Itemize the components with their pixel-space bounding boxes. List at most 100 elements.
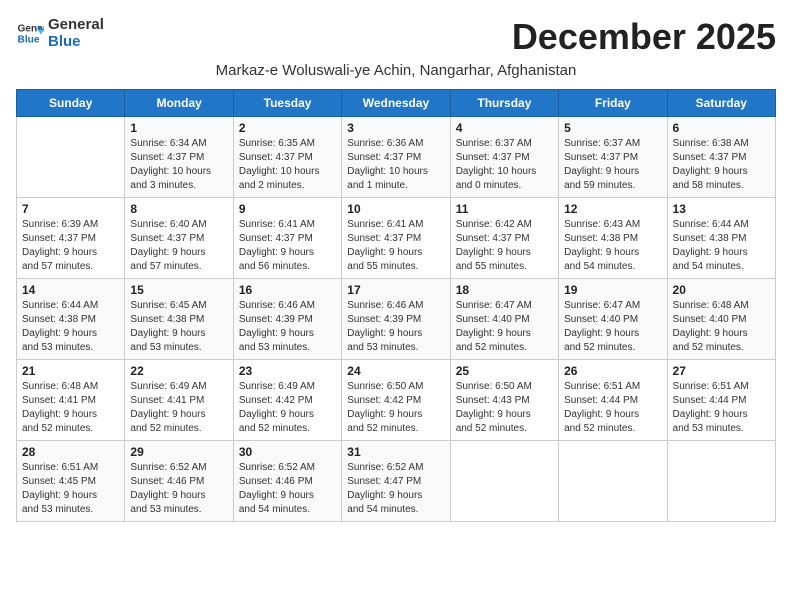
weekday-header-row: SundayMondayTuesdayWednesdayThursdayFrid… <box>17 90 776 117</box>
day-info: Sunrise: 6:51 AM Sunset: 4:45 PM Dayligh… <box>22 461 119 517</box>
week-row-1: 1 Sunrise: 6:34 AM Sunset: 4:37 PM Daylig… <box>17 117 776 198</box>
day-number: 19 <box>564 283 661 297</box>
day-cell: 4 Sunrise: 6:37 AM Sunset: 4:37 PM Daylig… <box>450 117 558 198</box>
day-number: 15 <box>130 283 227 297</box>
day-number: 13 <box>673 202 770 216</box>
day-cell: 25 Sunrise: 6:50 AM Sunset: 4:43 PM Dayli… <box>450 360 558 441</box>
day-cell: 15 Sunrise: 6:45 AM Sunset: 4:38 PM Dayli… <box>125 279 233 360</box>
week-row-4: 21 Sunrise: 6:48 AM Sunset: 4:41 PM Dayli… <box>17 360 776 441</box>
day-number: 4 <box>456 121 553 135</box>
day-info: Sunrise: 6:44 AM Sunset: 4:38 PM Dayligh… <box>673 218 770 274</box>
day-info: Sunrise: 6:51 AM Sunset: 4:44 PM Dayligh… <box>564 380 661 436</box>
weekday-header-monday: Monday <box>125 90 233 117</box>
day-number: 14 <box>22 283 119 297</box>
day-number: 6 <box>673 121 770 135</box>
day-number: 30 <box>239 445 336 459</box>
day-cell: 31 Sunrise: 6:52 AM Sunset: 4:47 PM Dayli… <box>342 441 450 522</box>
day-info: Sunrise: 6:52 AM Sunset: 4:47 PM Dayligh… <box>347 461 444 517</box>
day-info: Sunrise: 6:48 AM Sunset: 4:40 PM Dayligh… <box>673 299 770 355</box>
day-number: 31 <box>347 445 444 459</box>
day-cell: 17 Sunrise: 6:46 AM Sunset: 4:39 PM Dayli… <box>342 279 450 360</box>
day-cell: 14 Sunrise: 6:44 AM Sunset: 4:38 PM Dayli… <box>17 279 125 360</box>
day-number: 29 <box>130 445 227 459</box>
day-cell: 26 Sunrise: 6:51 AM Sunset: 4:44 PM Dayli… <box>559 360 667 441</box>
weekday-header-friday: Friday <box>559 90 667 117</box>
day-cell: 30 Sunrise: 6:52 AM Sunset: 4:46 PM Dayli… <box>233 441 341 522</box>
day-number: 25 <box>456 364 553 378</box>
day-number: 22 <box>130 364 227 378</box>
page-container: General Blue General Blue December 2025 … <box>16 16 776 522</box>
day-number: 23 <box>239 364 336 378</box>
subtitle: Markaz-e Woluswali-ye Achin, Nangarhar, … <box>16 62 776 79</box>
day-info: Sunrise: 6:34 AM Sunset: 4:37 PM Dayligh… <box>130 137 227 193</box>
day-info: Sunrise: 6:50 AM Sunset: 4:42 PM Dayligh… <box>347 380 444 436</box>
day-number: 5 <box>564 121 661 135</box>
day-cell: 16Sunrise: 6:46 AM Sunset: 4:39 PM Dayli… <box>233 279 341 360</box>
day-cell <box>559 441 667 522</box>
day-number: 1 <box>130 121 227 135</box>
day-number: 26 <box>564 364 661 378</box>
day-cell: 19Sunrise: 6:47 AM Sunset: 4:40 PM Dayli… <box>559 279 667 360</box>
day-cell: 3 Sunrise: 6:36 AM Sunset: 4:37 PM Daylig… <box>342 117 450 198</box>
logo-general: General <box>48 16 104 33</box>
logo-blue: Blue <box>48 33 104 50</box>
day-info: Sunrise: 6:46 AM Sunset: 4:39 PM Dayligh… <box>347 299 444 355</box>
week-row-5: 28Sunrise: 6:51 AM Sunset: 4:45 PM Dayli… <box>17 441 776 522</box>
month-title: December 2025 <box>512 16 776 58</box>
day-cell: 29Sunrise: 6:52 AM Sunset: 4:46 PM Dayli… <box>125 441 233 522</box>
day-cell: 1 Sunrise: 6:34 AM Sunset: 4:37 PM Daylig… <box>125 117 233 198</box>
day-info: Sunrise: 6:49 AM Sunset: 4:41 PM Dayligh… <box>130 380 227 436</box>
day-number: 7 <box>22 202 119 216</box>
day-number: 2 <box>239 121 336 135</box>
day-info: Sunrise: 6:44 AM Sunset: 4:38 PM Dayligh… <box>22 299 119 355</box>
week-row-2: 7 Sunrise: 6:39 AM Sunset: 4:37 PM Daylig… <box>17 198 776 279</box>
day-cell: 9Sunrise: 6:41 AM Sunset: 4:37 PM Daylig… <box>233 198 341 279</box>
day-cell: 2 Sunrise: 6:35 AM Sunset: 4:37 PM Daylig… <box>233 117 341 198</box>
header: General Blue General Blue December 2025 <box>16 16 776 58</box>
day-info: Sunrise: 6:49 AM Sunset: 4:42 PM Dayligh… <box>239 380 336 436</box>
day-info: Sunrise: 6:45 AM Sunset: 4:38 PM Dayligh… <box>130 299 227 355</box>
day-cell: 8 Sunrise: 6:40 AM Sunset: 4:37 PM Daylig… <box>125 198 233 279</box>
svg-text:Blue: Blue <box>18 34 40 45</box>
day-info: Sunrise: 6:39 AM Sunset: 4:37 PM Dayligh… <box>22 218 119 274</box>
logo-icon: General Blue <box>16 19 44 47</box>
day-info: Sunrise: 6:37 AM Sunset: 4:37 PM Dayligh… <box>564 137 661 193</box>
week-row-3: 14 Sunrise: 6:44 AM Sunset: 4:38 PM Dayli… <box>17 279 776 360</box>
day-cell <box>17 117 125 198</box>
day-info: Sunrise: 6:36 AM Sunset: 4:37 PM Dayligh… <box>347 137 444 193</box>
day-number: 21 <box>22 364 119 378</box>
day-cell: 6Sunrise: 6:38 AM Sunset: 4:37 PM Daylig… <box>667 117 775 198</box>
day-info: Sunrise: 6:52 AM Sunset: 4:46 PM Dayligh… <box>239 461 336 517</box>
day-number: 3 <box>347 121 444 135</box>
day-cell: 18 Sunrise: 6:47 AM Sunset: 4:40 PM Dayli… <box>450 279 558 360</box>
day-cell: 27Sunrise: 6:51 AM Sunset: 4:44 PM Dayli… <box>667 360 775 441</box>
logo: General Blue General Blue <box>16 16 104 50</box>
day-info: Sunrise: 6:40 AM Sunset: 4:37 PM Dayligh… <box>130 218 227 274</box>
day-cell: 28Sunrise: 6:51 AM Sunset: 4:45 PM Dayli… <box>17 441 125 522</box>
weekday-header-thursday: Thursday <box>450 90 558 117</box>
day-number: 18 <box>456 283 553 297</box>
day-info: Sunrise: 6:47 AM Sunset: 4:40 PM Dayligh… <box>456 299 553 355</box>
day-cell: 5 Sunrise: 6:37 AM Sunset: 4:37 PM Daylig… <box>559 117 667 198</box>
day-info: Sunrise: 6:48 AM Sunset: 4:41 PM Dayligh… <box>22 380 119 436</box>
weekday-header-saturday: Saturday <box>667 90 775 117</box>
day-info: Sunrise: 6:50 AM Sunset: 4:43 PM Dayligh… <box>456 380 553 436</box>
day-info: Sunrise: 6:35 AM Sunset: 4:37 PM Dayligh… <box>239 137 336 193</box>
day-cell: 10Sunrise: 6:41 AM Sunset: 4:37 PM Dayli… <box>342 198 450 279</box>
day-cell <box>667 441 775 522</box>
weekday-header-wednesday: Wednesday <box>342 90 450 117</box>
weekday-header-sunday: Sunday <box>17 90 125 117</box>
day-number: 11 <box>456 202 553 216</box>
day-number: 17 <box>347 283 444 297</box>
day-cell: 21 Sunrise: 6:48 AM Sunset: 4:41 PM Dayli… <box>17 360 125 441</box>
day-number: 24 <box>347 364 444 378</box>
day-cell: 20Sunrise: 6:48 AM Sunset: 4:40 PM Dayli… <box>667 279 775 360</box>
day-number: 9 <box>239 202 336 216</box>
day-info: Sunrise: 6:37 AM Sunset: 4:37 PM Dayligh… <box>456 137 553 193</box>
day-info: Sunrise: 6:43 AM Sunset: 4:38 PM Dayligh… <box>564 218 661 274</box>
weekday-header-tuesday: Tuesday <box>233 90 341 117</box>
calendar-table: SundayMondayTuesdayWednesdayThursdayFrid… <box>16 89 776 522</box>
day-number: 12 <box>564 202 661 216</box>
day-number: 8 <box>130 202 227 216</box>
day-cell: 12 Sunrise: 6:43 AM Sunset: 4:38 PM Dayli… <box>559 198 667 279</box>
